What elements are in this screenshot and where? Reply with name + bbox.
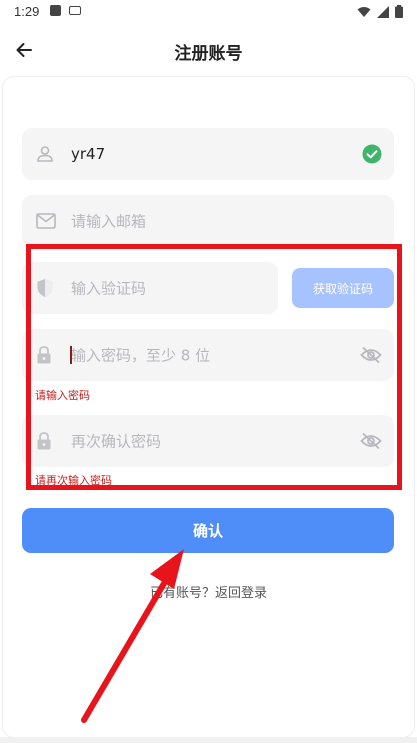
status-bar: 1:29 xyxy=(0,0,417,24)
eye-off-icon[interactable] xyxy=(360,346,382,364)
keyboard-icon xyxy=(69,6,81,15)
password-placeholder: 输入密码，至少 8 位 xyxy=(71,346,211,365)
page-title: 注册账号 xyxy=(174,44,243,64)
verify-code-placeholder: 输入验证码 xyxy=(71,279,147,298)
password-field[interactable]: 输入密码，至少 8 位 xyxy=(22,329,394,381)
wifi-icon xyxy=(357,6,371,17)
back-to-login-link[interactable]: 已有账号？返回登录 xyxy=(0,582,417,601)
username-field[interactable]: yr47 xyxy=(22,128,394,180)
battery-icon xyxy=(395,5,403,18)
email-placeholder: 请输入邮箱 xyxy=(71,212,147,231)
email-field[interactable]: 请输入邮箱 xyxy=(22,195,394,247)
notification-app-icon xyxy=(50,5,61,16)
app-header: 注册账号 xyxy=(0,24,417,76)
status-notification-icons xyxy=(50,5,81,16)
password-error-text: 请输入密码 xyxy=(35,389,90,402)
bottom-edge xyxy=(0,737,417,743)
confirm-password-field[interactable]: 再次确认密码 xyxy=(22,415,394,467)
mail-icon xyxy=(36,213,56,229)
status-time: 1:29 xyxy=(14,4,40,19)
confirm-password-placeholder: 再次确认密码 xyxy=(71,432,162,451)
confirm-password-error-text: 请再次输入密码 xyxy=(35,474,112,487)
user-icon xyxy=(37,146,53,162)
status-system-icons xyxy=(357,5,403,18)
signal-icon xyxy=(377,5,389,18)
confirm-button[interactable]: 确认 xyxy=(22,508,394,553)
text-cursor xyxy=(70,346,72,364)
username-value: yr47 xyxy=(71,145,106,163)
shield-icon xyxy=(37,279,53,297)
lock-icon xyxy=(37,432,51,450)
check-circle-icon xyxy=(362,144,382,164)
get-code-button[interactable]: 获取验证码 xyxy=(292,268,394,308)
eye-off-icon[interactable] xyxy=(360,432,382,450)
verify-code-field[interactable]: 输入验证码 xyxy=(22,262,278,314)
lock-icon xyxy=(37,346,51,364)
